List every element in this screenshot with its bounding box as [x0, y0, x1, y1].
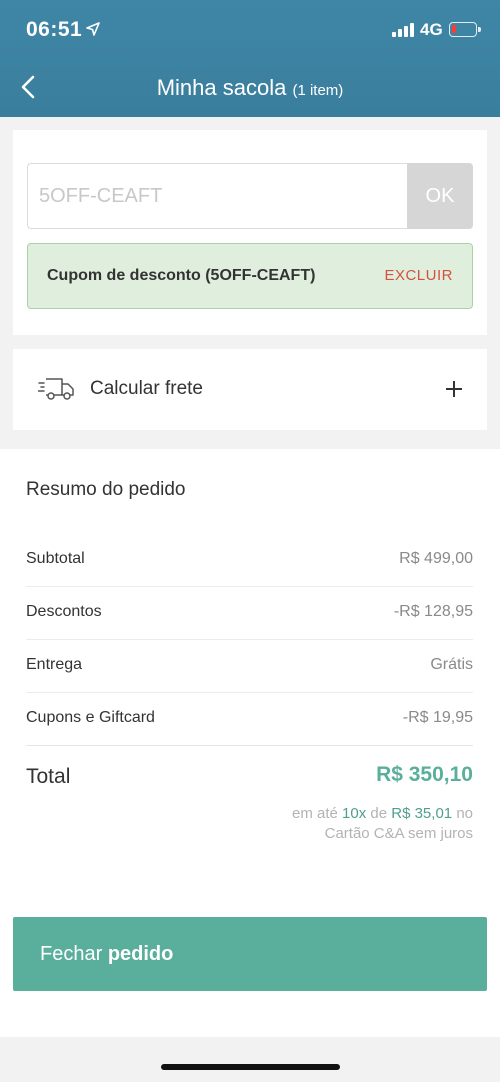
summary-row-coupons: Cupons e Giftcard -R$ 19,95 [26, 693, 473, 746]
order-summary: Resumo do pedido Subtotal R$ 499,00 Desc… [0, 449, 500, 1037]
installments-mid: de [370, 805, 388, 822]
summary-row-value: -R$ 19,95 [402, 709, 473, 726]
location-arrow-icon [86, 22, 100, 36]
installments-card-text: Cartão C&A sem juros [324, 825, 473, 842]
summary-row-delivery: Entrega Grátis [26, 640, 473, 693]
summary-row-label: Subtotal [26, 550, 85, 567]
summary-title: Resumo do pedido [26, 479, 186, 500]
checkout-label-bold: pedido [107, 942, 174, 965]
nav-bar: Minha sacola (1 item) [0, 62, 500, 116]
summary-row-discounts: Descontos -R$ 128,95 [26, 587, 473, 640]
summary-row-label: Entrega [26, 656, 83, 673]
installments-amount: R$ 35,01 [391, 805, 453, 822]
installments-prefix: em até [292, 805, 338, 822]
checkout-label-regular: Fechar [40, 942, 103, 965]
network-type: 4G [420, 20, 443, 39]
summary-row-subtotal: Subtotal R$ 499,00 [26, 534, 473, 587]
installments-suffix: no [456, 805, 473, 822]
truck-icon [38, 378, 74, 400]
page-title: Minha sacola (1 item) [0, 75, 500, 101]
summary-row-label: Descontos [26, 603, 102, 620]
coupon-card: OK Cupom de desconto (5OFF-CEAFT) EXCLUI… [13, 130, 487, 335]
summary-row-value: Grátis [430, 656, 473, 673]
remove-coupon-button[interactable]: EXCLUIR [384, 267, 453, 284]
calculate-shipping-row[interactable]: Calcular frete [13, 349, 487, 430]
installments-count: 10x [342, 805, 367, 822]
installments-info: em até 10x de R$ 35,01 no Cartão C&A sem… [213, 804, 473, 844]
battery-icon [449, 22, 481, 37]
applied-coupon-text: Cupom de desconto (5OFF-CEAFT) [47, 267, 316, 284]
summary-row-value: -R$ 128,95 [393, 603, 473, 620]
summary-row-value: R$ 499,00 [399, 550, 473, 567]
signal-icon [392, 23, 416, 37]
item-count: (1 item) [292, 82, 344, 99]
status-bar: 06:51 4G [0, 0, 500, 60]
total-value: R$ 350,10 [376, 763, 473, 786]
checkout-button[interactable]: Fechar pedido [13, 917, 487, 991]
apply-coupon-button[interactable]: OK [407, 163, 473, 229]
app-header: 06:51 4G Minha sacola (1 item) [0, 0, 500, 117]
status-time: 06:51 [26, 18, 83, 41]
total-label: Total [26, 765, 71, 788]
home-indicator [161, 1064, 340, 1070]
summary-row-label: Cupons e Giftcard [26, 709, 155, 726]
coupon-input[interactable] [27, 163, 407, 229]
plus-icon[interactable] [446, 381, 462, 397]
page-title-text: Minha sacola [156, 75, 287, 100]
shipping-label: Calcular frete [90, 378, 203, 399]
applied-coupon-banner: Cupom de desconto (5OFF-CEAFT) EXCLUIR [27, 243, 473, 309]
